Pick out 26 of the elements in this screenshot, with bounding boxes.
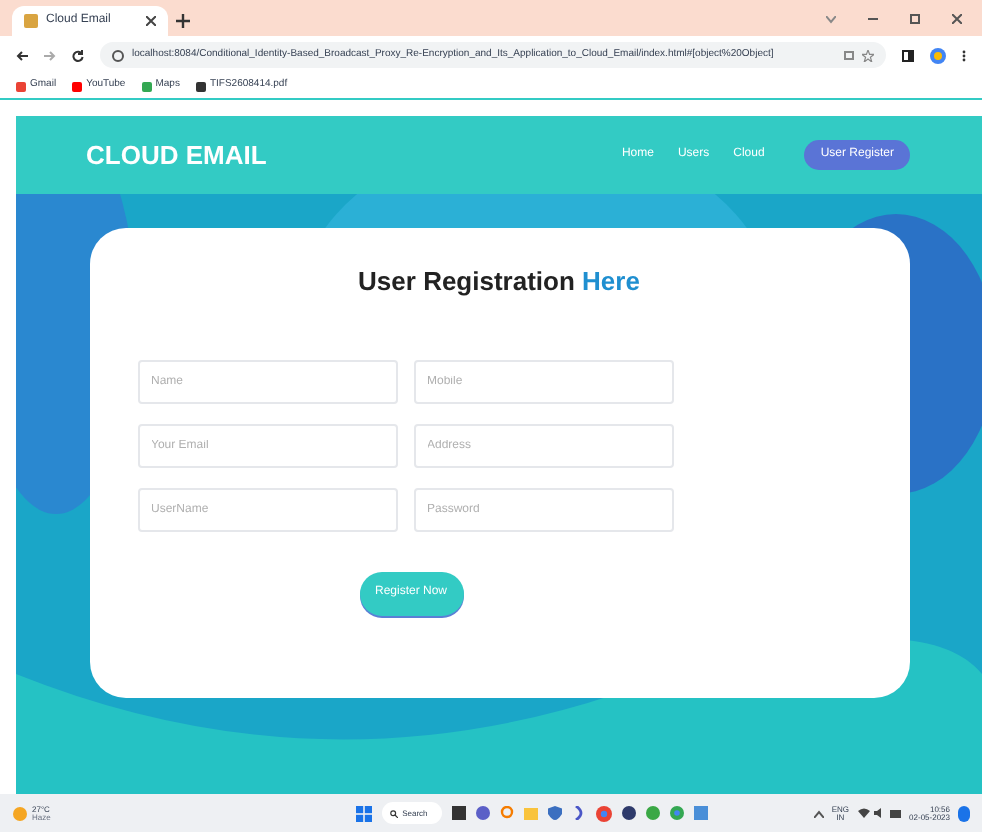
star-icon[interactable] [862, 49, 874, 61]
bookmark-icon [72, 81, 83, 91]
app-icon[interactable] [572, 806, 587, 820]
windows-start-icon[interactable] [356, 805, 373, 821]
restore-icon[interactable] [910, 14, 920, 24]
search-icon [390, 809, 399, 817]
sidebar-icon[interactable] [902, 49, 914, 61]
back-arrow-icon[interactable] [16, 49, 28, 61]
wifi-icon[interactable] [857, 808, 870, 818]
notification-badge-icon[interactable] [958, 805, 970, 821]
chevron-icon[interactable] [826, 16, 836, 24]
bookmark-icon [16, 81, 26, 91]
page-icon [24, 14, 38, 28]
browser-icon[interactable] [670, 806, 685, 820]
chevron-icon[interactable] [813, 809, 824, 817]
form-title: User Registration Here [356, 264, 642, 300]
new-tab-icon[interactable] [176, 14, 190, 28]
profile-icon[interactable] [930, 47, 946, 63]
speaker-icon[interactable] [873, 808, 886, 818]
close-icon[interactable] [952, 14, 962, 24]
bookmark-icon [195, 81, 206, 91]
shield-icon[interactable] [548, 806, 563, 820]
reload-icon[interactable] [72, 49, 84, 61]
browser-icon[interactable] [596, 805, 613, 821]
bookmark-icon [141, 81, 152, 91]
close-icon[interactable] [146, 16, 156, 26]
